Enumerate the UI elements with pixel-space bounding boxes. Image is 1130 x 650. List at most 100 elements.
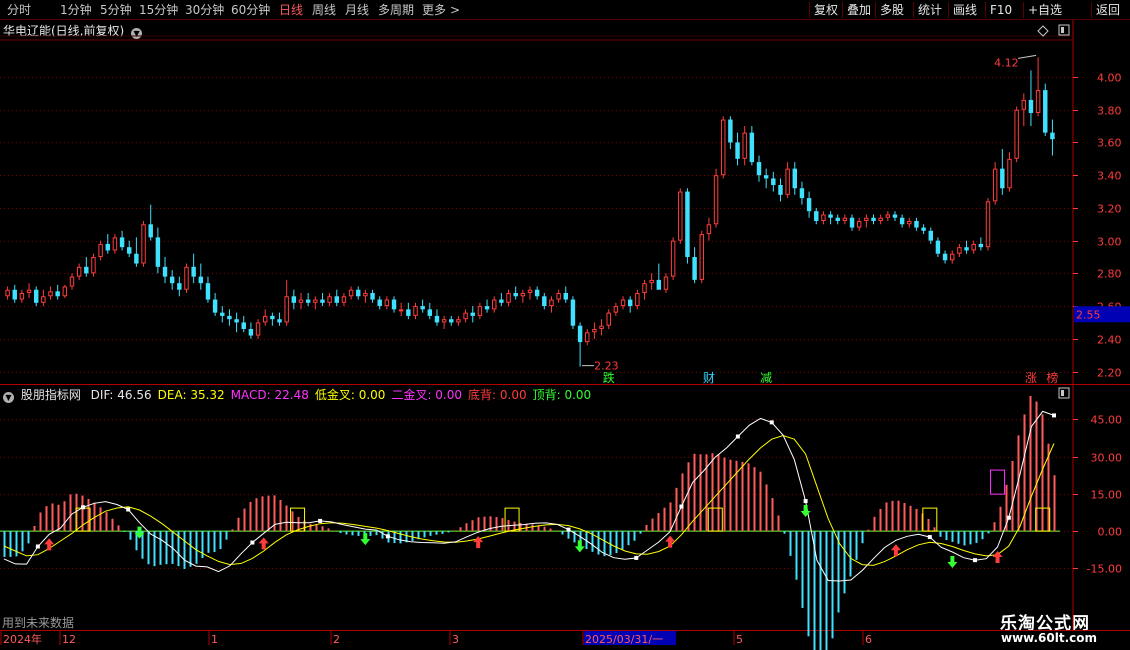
candle-body [41,296,46,303]
candle-body [678,191,683,241]
price-tick-label: 3.80 [1097,105,1122,118]
indicator-tick-label: 0.00 [1098,526,1123,539]
date-label: 5 [736,633,743,646]
date-label: 3 [452,633,459,646]
candle-body [5,289,10,297]
dif-node [634,555,639,560]
arrow-down-icon [947,555,958,568]
candle-body [778,185,783,195]
candle-body [885,214,891,218]
candle-body [821,214,826,221]
layout-toggle-icon[interactable] [1058,24,1070,36]
candle-body [456,319,461,323]
candle-body [262,315,268,323]
dif-node [250,540,255,545]
candle-body [928,230,933,241]
candle-body [305,299,311,303]
candle-body [1014,109,1019,159]
candle-body [699,234,704,280]
candle-body [907,221,912,225]
indicator-tick-label: 45.00 [1091,414,1123,427]
candle-body [270,315,275,320]
candle-body [434,315,440,323]
candle-body [577,325,583,343]
price-tick-label: 2.20 [1097,367,1122,380]
candle-body [620,299,626,307]
candle-body [692,257,697,280]
candle-body [441,319,447,323]
candle-body [320,299,325,303]
candle-body [255,322,261,336]
date-label: 2 [333,633,340,646]
dif-node [318,518,323,523]
candle-body [84,266,89,274]
arrow-down-icon [800,505,811,518]
chart-frame [0,20,1130,631]
diamond-icon[interactable] [1037,25,1049,37]
dif-node [35,544,40,549]
candle-body [212,299,218,313]
candle-body [935,240,941,254]
candle-body [735,142,740,159]
dif-node [385,534,390,539]
candle-body [627,299,633,307]
signal-arrows [44,505,1003,568]
candle-body [985,201,991,248]
candle-body [413,306,418,316]
price-tick-label: 2.80 [1097,268,1122,281]
candle-body [864,217,869,222]
candle-body [1043,90,1048,133]
candle-body [542,296,547,307]
candle-body [148,224,153,238]
candle-body [477,306,483,316]
price-tick-label: 3.20 [1097,203,1122,216]
candle-body [184,266,189,290]
candle-body [341,296,347,303]
candle-body [563,293,569,300]
candle-body [127,247,132,254]
indicator-tick-label: 30.00 [1091,452,1123,465]
candle-body [277,319,282,323]
candle-body [227,315,232,320]
dif-node [126,507,131,512]
candle-body [592,329,597,333]
candle-body [313,299,318,303]
candle-body [91,257,96,274]
candle-body [1007,158,1012,189]
candle-body [663,276,669,290]
candle-body [69,276,75,287]
candle-body [992,168,998,202]
candle-body [520,293,526,297]
candle-body [291,296,297,303]
candle-body [642,283,647,294]
indicator-tick-label: 15.00 [1091,489,1123,502]
indicator-lines [3,410,1056,582]
candle-body [549,299,554,307]
dif-node [927,535,932,540]
candle-body [499,299,504,303]
candle-body [964,247,969,251]
candle-body [921,227,926,231]
layout-toggle-icon[interactable] [1058,387,1070,399]
candle-body [749,132,755,163]
price-tick-label: 4.00 [1097,72,1122,85]
candle-body [141,224,146,264]
dif-node [972,558,977,563]
candle-body [506,293,511,303]
candle-body [1028,99,1034,113]
signal-box [504,507,520,532]
candle-body [33,289,39,303]
candle-body [198,276,204,284]
candle-body [849,217,855,228]
candle-body [234,319,239,323]
price-tick-label: 2.40 [1097,334,1122,347]
candle-body [26,289,32,293]
candle-body [162,266,168,277]
candle-body [177,283,182,290]
candle-body [398,309,404,312]
candle-body [463,312,468,320]
candle-body [420,306,425,310]
date-label: 2025/03/31/一 [585,633,663,646]
candle-body [785,168,790,195]
candle-body [1000,168,1005,189]
